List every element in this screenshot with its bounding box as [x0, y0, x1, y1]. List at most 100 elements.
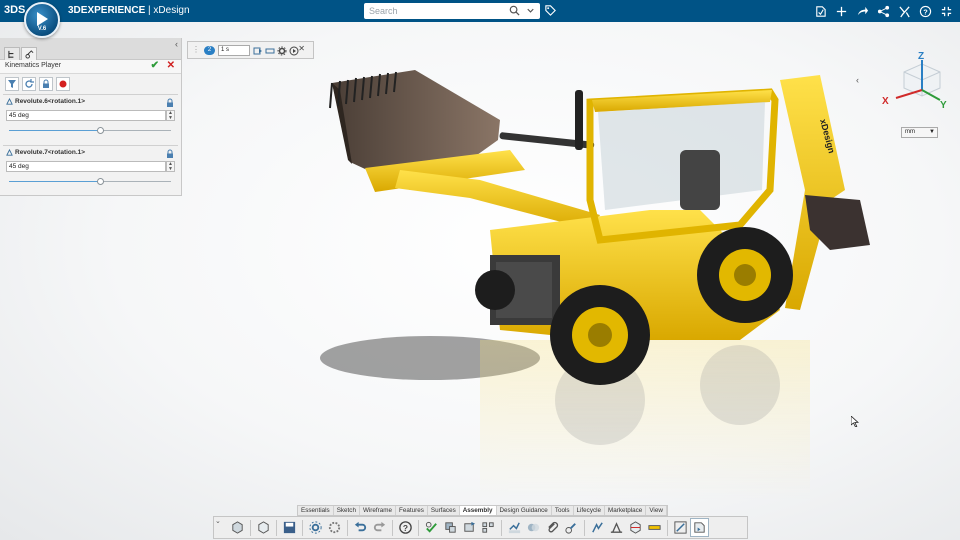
compass-version: V.6 [37, 26, 47, 32]
tab-design-guidance[interactable]: Design Guidance [497, 506, 552, 515]
collapse-right-panel-icon[interactable]: ‹ [856, 75, 859, 85]
joint-lock-icon[interactable] [165, 149, 175, 159]
tools-icon[interactable] [896, 3, 912, 19]
gear-alt-icon[interactable] [325, 518, 344, 537]
insert-component-icon[interactable] [228, 518, 247, 537]
assembly-icon[interactable] [441, 518, 460, 537]
render-icon[interactable] [671, 518, 690, 537]
loop-icon[interactable] [264, 45, 275, 56]
settings-gear-icon[interactable] [276, 45, 287, 56]
divider [501, 519, 502, 536]
joint-slider[interactable] [9, 127, 171, 134]
joint-icon[interactable] [562, 518, 581, 537]
mate-icon[interactable] [422, 518, 441, 537]
divider [250, 519, 251, 536]
tab-kinematics[interactable] [21, 47, 37, 60]
joint-value-input[interactable]: 45 deg [6, 110, 166, 121]
measure-icon[interactable] [645, 518, 664, 537]
tab-lifecycle[interactable]: Lifecycle [574, 506, 606, 515]
add-icon[interactable] [833, 3, 849, 19]
search-icon[interactable] [509, 5, 520, 19]
save-icon[interactable] [280, 518, 299, 537]
kinematics-player-icon[interactable] [690, 518, 709, 537]
joint-value-input[interactable]: 45 deg [6, 161, 166, 172]
part-icon[interactable] [254, 518, 273, 537]
mechanism-icon[interactable] [588, 518, 607, 537]
top-bar: 3DS 3DEXPERIENCE | xDesign ? [0, 0, 960, 22]
divider [584, 519, 585, 536]
search-box[interactable] [364, 3, 540, 19]
explode-icon[interactable] [505, 518, 524, 537]
tab-essentials[interactable]: Essentials [298, 506, 334, 515]
joint-slider-thumb[interactable] [96, 127, 104, 134]
step-count-badge: 2 [204, 46, 215, 55]
feedback-icon[interactable] [812, 3, 828, 19]
tab-tree[interactable] [4, 47, 20, 60]
chevron-down-icon: ▼ [929, 129, 935, 135]
brand-logo[interactable]: 3DS [4, 4, 25, 16]
tab-marketplace[interactable]: Marketplace [605, 506, 647, 515]
time-step-input[interactable]: 1 s [218, 45, 250, 56]
tab-features[interactable]: Features [396, 506, 428, 515]
cancel-x-icon[interactable]: ✕ [167, 60, 175, 71]
chevron-down-icon[interactable] [525, 5, 536, 19]
joint-label-text: Revolute.7<rotation.1> [15, 149, 86, 156]
redo-icon[interactable] [370, 518, 389, 537]
filter-icon[interactable] [5, 77, 19, 91]
interference-icon[interactable] [524, 518, 543, 537]
help-icon[interactable]: ? [396, 518, 415, 537]
joint-value-spinner[interactable]: ▲ ▼ [166, 161, 175, 172]
tab-wireframe[interactable]: Wireframe [360, 506, 397, 515]
joint-row: Revolute.7<rotation.1> 45 deg ▲ ▼ [0, 146, 181, 196]
tab-assembly[interactable]: Assembly [459, 506, 497, 515]
joint-label-text: Revolute.6<rotation.1> [15, 98, 86, 105]
floor-reflection [480, 340, 810, 500]
joint-lock-icon[interactable] [165, 98, 175, 108]
joint-slider[interactable] [9, 178, 171, 185]
joint-value-spinner[interactable]: ▲ ▼ [166, 110, 175, 121]
joint-slider-thumb[interactable] [96, 178, 104, 185]
record-icon[interactable] [56, 77, 70, 91]
paperclip-icon[interactable] [543, 518, 562, 537]
svg-text:?: ? [403, 523, 408, 533]
units-value: mm [905, 129, 915, 135]
tab-sketch[interactable]: Sketch [334, 506, 360, 515]
tab-view[interactable]: View [646, 506, 667, 515]
axis-triad[interactable]: Z X Y [880, 50, 952, 112]
ok-check-icon[interactable]: ✔ [151, 60, 159, 71]
top-right-icons: ? [812, 3, 954, 19]
close-icon[interactable]: ✕ [298, 44, 305, 53]
kinematics-icon [24, 49, 33, 59]
divider [667, 519, 668, 536]
tag-icon[interactable] [544, 4, 557, 20]
joint-label: Revolute.7<rotation.1> [6, 149, 85, 156]
play-step-icon[interactable] [252, 45, 263, 56]
share-arrow-icon[interactable] [854, 3, 870, 19]
drag-handle-icon[interactable]: ⋮ [192, 45, 200, 54]
lock-icon[interactable] [39, 77, 53, 91]
undo-icon[interactable] [351, 518, 370, 537]
help-icon[interactable]: ? [917, 3, 933, 19]
units-select[interactable]: mm ▼ [901, 127, 938, 138]
app-module: xDesign [153, 5, 190, 16]
section-icon[interactable] [626, 518, 645, 537]
search-input[interactable] [364, 3, 494, 19]
tab-tools[interactable]: Tools [552, 506, 574, 515]
kinematics-icon[interactable] [607, 518, 626, 537]
network-share-icon[interactable] [875, 3, 891, 19]
kinematics-player-panel: ‹ Kinematics Player ✔ ✕ Revolute.6<rotat… [0, 38, 182, 196]
move-component-icon[interactable] [460, 518, 479, 537]
viewport-3d-model[interactable]: xDesign [180, 40, 880, 520]
refresh-icon[interactable] [22, 77, 36, 91]
mouse-cursor-icon [851, 416, 859, 427]
expand-action-bar-icon[interactable]: ⌄ [215, 517, 221, 525]
compass-button[interactable]: V.6 [24, 2, 60, 38]
svg-text:?: ? [923, 7, 928, 16]
joint-slider-fill [9, 181, 100, 182]
settings-gear-icon[interactable] [306, 518, 325, 537]
revolute-joint-icon [6, 149, 13, 156]
collapse-panel-icon[interactable]: ‹ [175, 39, 178, 49]
fullscreen-exit-icon[interactable] [938, 3, 954, 19]
pattern-icon[interactable] [479, 518, 498, 537]
tab-surfaces[interactable]: Surfaces [428, 506, 460, 515]
